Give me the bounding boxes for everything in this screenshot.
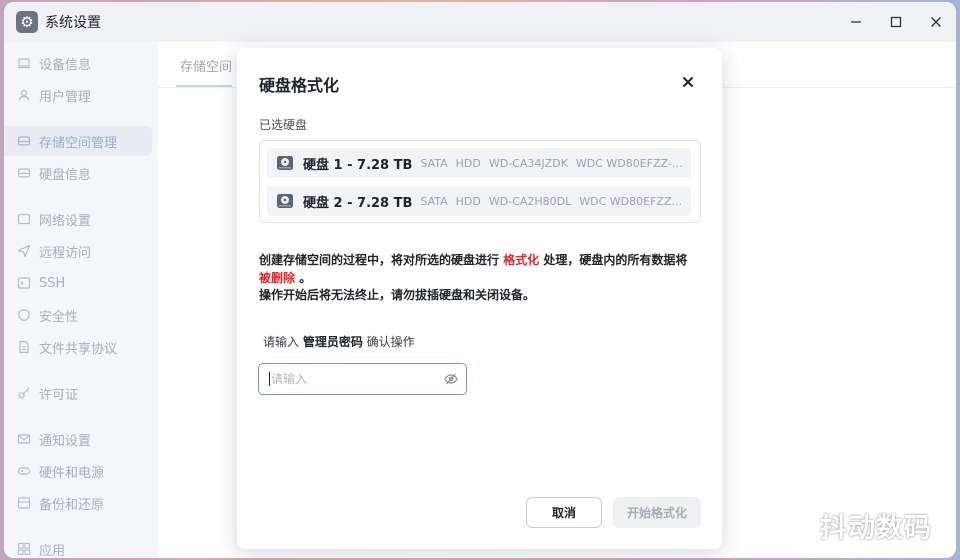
settings-gear-icon: ⚙ (16, 11, 38, 33)
maximize-icon (890, 16, 902, 28)
tab-active-indicator (176, 85, 232, 87)
apps-icon (17, 542, 31, 556)
eye-off-icon[interactable] (444, 372, 458, 386)
disk-model: WDC WD80EFZZ-68BTXN0 (575, 156, 683, 170)
hard-drive-icon (277, 194, 293, 208)
selected-disk-list: 硬盘 1 - 7.28 TB SATA HDD WD-CA34JZDK WDC … (259, 140, 701, 223)
cancel-button[interactable]: 取消 (526, 497, 602, 528)
close-window-button[interactable] (916, 2, 956, 42)
sidebar-item-label: 硬件和电源 (39, 465, 105, 481)
backup-icon (17, 496, 31, 510)
selected-disks-label: 已选硬盘 (259, 118, 308, 132)
disk-name: 硬盘 2 - 7.28 TB (303, 195, 413, 211)
prompt-emphasis: 管理员密码 (302, 335, 363, 349)
key-icon (17, 386, 31, 400)
sidebar-item-label: 文件共享协议 (39, 341, 118, 357)
prompt-text: 请输入 (263, 335, 303, 349)
disk-interface: SATA (420, 194, 448, 208)
sidebar-item-label: 远程访问 (39, 245, 92, 261)
user-icon (17, 88, 31, 102)
storage-icon (17, 134, 31, 148)
sidebar-item-label: 许可证 (39, 387, 79, 403)
sidebar-item-remote-access[interactable]: 远程访问 (4, 236, 152, 266)
warning-text: 处理，硬盘内的所有数据将 (539, 253, 688, 267)
maximize-button[interactable] (876, 2, 916, 42)
warning-highlight-format: 格式化 (503, 253, 540, 267)
sidebar-item-label: 用户管理 (39, 89, 92, 105)
shield-icon (17, 308, 31, 322)
password-field[interactable] (258, 363, 467, 395)
sidebar: 设备信息 用户管理 存储空间管理 硬盘信息 网络设置 远程访问 SSH 安全性 (4, 42, 158, 558)
close-window-icon (931, 17, 941, 27)
sidebar-item-device-info[interactable]: 设备信息 (4, 48, 152, 78)
file-icon (17, 340, 31, 354)
window-title: 系统设置 (45, 15, 101, 31)
network-icon (17, 212, 31, 226)
sidebar-item-ssh[interactable]: SSH (4, 268, 152, 298)
window-controls (836, 2, 956, 42)
prompt-text: 确认操作 (362, 335, 415, 349)
close-icon (682, 76, 694, 88)
warning-text: 创建存储空间的过程中，将对所选的硬盘进行 (259, 253, 504, 267)
sidebar-item-label: 存储空间管理 (39, 135, 118, 151)
sidebar-item-hardware-power[interactable]: 硬件和电源 (4, 456, 152, 486)
send-icon (17, 244, 31, 258)
laptop-icon (17, 56, 31, 70)
disk-serial: WD-CA2H80DL (488, 194, 572, 208)
tab-storage[interactable]: 存储空间 (180, 56, 232, 75)
disk-type: HDD (455, 194, 481, 208)
dialog-close-button[interactable] (678, 72, 698, 92)
terminal-icon (17, 276, 31, 290)
sidebar-item-label: 设备信息 (39, 57, 92, 73)
sidebar-item-label: 备份和还原 (39, 497, 105, 513)
start-format-button[interactable]: 开始格式化 (613, 497, 701, 528)
warning-highlight-deleted: 被删除 (259, 270, 296, 285)
title-bar: ⚙ 系统设置 (4, 2, 956, 42)
warning-text: 。 (295, 270, 312, 285)
password-prompt: 请输入 管理员密码 确认操作 (263, 333, 415, 350)
sidebar-item-label: 通知设置 (39, 433, 92, 449)
sidebar-item-label: 硬盘信息 (39, 167, 92, 183)
sidebar-item-disk-info[interactable]: 硬盘信息 (4, 158, 152, 188)
password-input[interactable] (271, 372, 431, 386)
disk-type: HDD (455, 156, 481, 170)
sidebar-item-security[interactable]: 安全性 (4, 300, 152, 330)
watermark: 抖动数码 (820, 513, 932, 544)
sidebar-item-storage[interactable]: 存储空间管理 (4, 126, 152, 156)
sidebar-item-label: 网络设置 (39, 213, 92, 229)
list-item: 硬盘 1 - 7.28 TB SATA HDD WD-CA34JZDK WDC … (267, 148, 691, 178)
disk-model: WDC WD80EFZZ-68BTX... (579, 194, 683, 208)
sidebar-item-label: 应用 (39, 543, 66, 559)
mail-icon (17, 432, 31, 446)
disk-interface: SATA (420, 156, 448, 170)
minimize-icon (851, 21, 861, 23)
format-disk-dialog: 硬盘格式化 已选硬盘 硬盘 1 - 7.28 TB SATA HDD WD-CA… (237, 48, 722, 549)
disk-name: 硬盘 1 - 7.28 TB (303, 157, 413, 173)
dialog-title: 硬盘格式化 (259, 76, 340, 95)
sidebar-item-license[interactable]: 许可证 (4, 378, 152, 408)
list-item: 硬盘 2 - 7.28 TB SATA HDD WD-CA2H80DL WDC … (267, 186, 691, 216)
warning-text: 操作开始后将无法终止，请勿拔插硬盘和关闭设备。 (259, 288, 536, 302)
disk-serial: WD-CA34JZDK (488, 156, 568, 170)
sidebar-item-users[interactable]: 用户管理 (4, 80, 152, 110)
sidebar-item-label: SSH (39, 275, 66, 291)
format-warning-text: 创建存储空间的过程中，将对所选的硬盘进行 格式化 处理，硬盘内的所有数据将 被删… (259, 252, 704, 305)
sidebar-item-notifications[interactable]: 通知设置 (4, 424, 152, 454)
text-caret (269, 372, 270, 386)
sidebar-item-label: 安全性 (39, 309, 79, 325)
power-icon (17, 464, 31, 478)
minimize-button[interactable] (836, 2, 876, 42)
sidebar-item-network[interactable]: 网络设置 (4, 204, 152, 234)
sidebar-item-apps[interactable]: 应用 (4, 534, 152, 558)
disk-icon (17, 166, 31, 180)
sidebar-item-backup-restore[interactable]: 备份和还原 (4, 488, 152, 518)
sidebar-item-file-sharing[interactable]: 文件共享协议 (4, 332, 152, 362)
hard-drive-icon (277, 156, 293, 170)
